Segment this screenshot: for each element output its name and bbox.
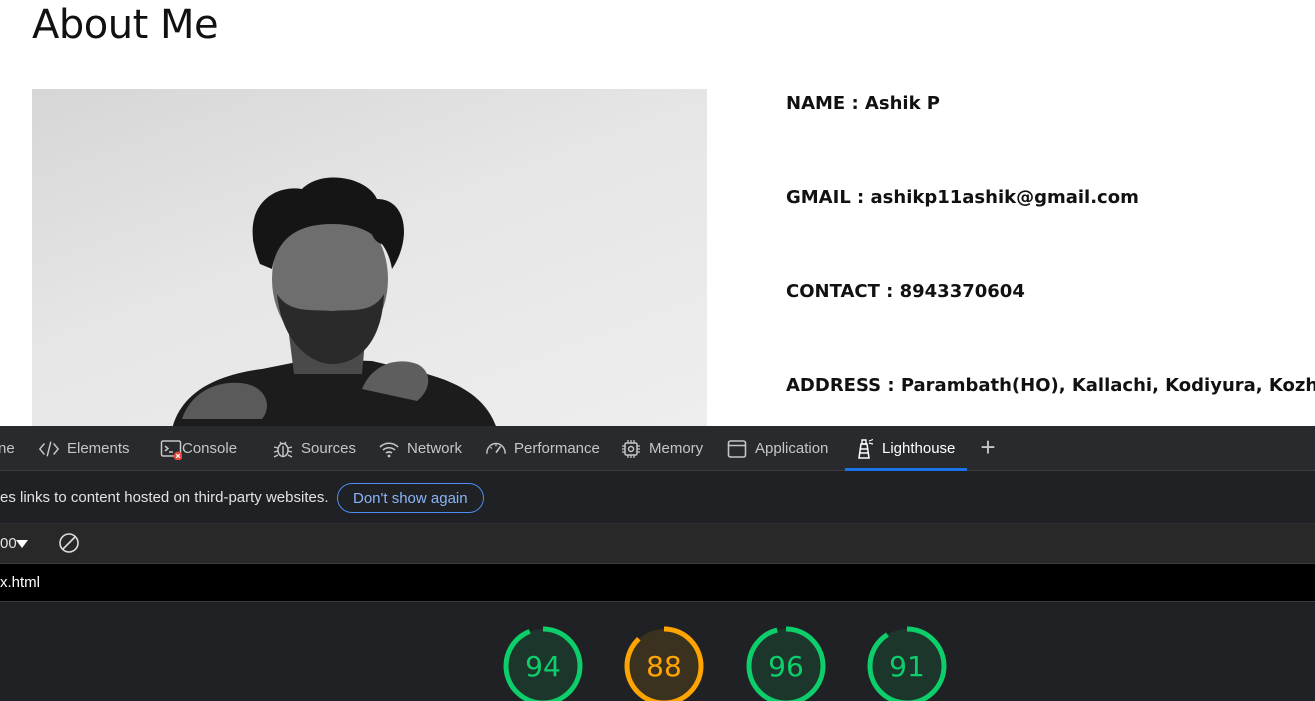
score-gauge-1[interactable]: 94	[503, 626, 583, 701]
score-gauge-4[interactable]: 91	[867, 626, 947, 701]
clear-icon[interactable]	[58, 532, 80, 554]
tab-label: ne	[0, 440, 15, 457]
devtools-tabbar: ne Elements Console Sources Network Perf…	[0, 426, 1315, 471]
speedometer-icon	[485, 438, 507, 460]
bug-icon	[272, 438, 294, 460]
tab-label: Memory	[649, 440, 704, 457]
tab-application[interactable]: Application	[726, 426, 828, 471]
chip-icon	[620, 438, 642, 460]
lighthouse-icon	[853, 438, 875, 460]
window-icon	[726, 438, 748, 460]
lighthouse-toolbar: 00	[0, 524, 1315, 564]
infobar-message: es links to content hosted on third-part…	[0, 489, 329, 506]
tab-label: Performance	[514, 440, 600, 457]
tab-label: Elements	[67, 440, 130, 457]
tab-performance[interactable]: Performance	[485, 426, 600, 471]
dont-show-again-button[interactable]: Don't show again	[337, 483, 484, 513]
score-value: 91	[889, 650, 925, 683]
tab-home[interactable]: ne	[0, 426, 15, 471]
devtools-panel: ne Elements Console Sources Network Perf…	[0, 426, 1315, 701]
tab-label: Application	[755, 440, 829, 457]
profile-photo	[32, 89, 707, 426]
tab-label: Network	[407, 440, 463, 457]
tab-network[interactable]: Network	[378, 426, 462, 471]
webpage: About Me NAME : Ashik P GMAIL : ashikp11…	[0, 0, 1315, 426]
third-party-infobar: es links to content hosted on third-part…	[0, 471, 1315, 524]
score-value: 96	[768, 650, 804, 683]
console-icon	[160, 438, 182, 460]
lighthouse-report: 94 88 96 91	[0, 603, 1315, 701]
tab-elements[interactable]: Elements	[38, 426, 130, 471]
tab-console[interactable]: Console	[160, 426, 237, 471]
wifi-icon	[378, 438, 400, 460]
score-gauge-2[interactable]: 88	[624, 626, 704, 701]
score-value: 88	[646, 650, 682, 683]
info-address: ADDRESS : Parambath(HO), Kallachi, Kodiy…	[786, 375, 1315, 396]
code-icon	[38, 438, 60, 460]
tab-memory[interactable]: Memory	[620, 426, 703, 471]
tab-lighthouse[interactable]: Lighthouse	[845, 426, 968, 471]
info-contact: CONTACT : 8943370604	[786, 281, 1025, 302]
tab-label: Sources	[301, 440, 357, 457]
score-value: 94	[525, 650, 561, 683]
add-tab-button[interactable]: +	[976, 434, 1000, 460]
tab-label: Console	[182, 440, 238, 457]
report-url: x.html	[0, 574, 41, 591]
page-title: About Me	[32, 2, 219, 48]
report-url-bar: x.html	[0, 564, 1315, 602]
tab-label: Lighthouse	[882, 440, 956, 457]
score-gauge-3[interactable]: 96	[746, 626, 826, 701]
chevron-down-icon[interactable]	[16, 540, 28, 548]
tab-sources[interactable]: Sources	[272, 426, 356, 471]
info-name: NAME : Ashik P	[786, 93, 940, 114]
report-selector[interactable]: 00	[0, 535, 17, 552]
info-gmail: GMAIL : ashikp11ashik@gmail.com	[786, 187, 1139, 208]
